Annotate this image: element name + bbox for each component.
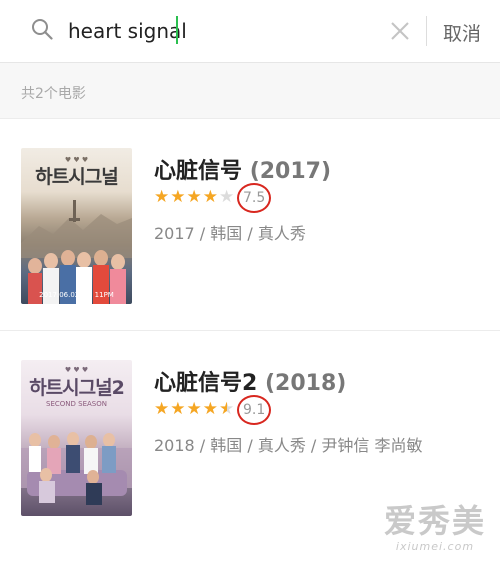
list-item[interactable]: ♥ ♥ ♥ 하트시그널 2017.06.02 FRI 11PM 心脏信号 (20… <box>0 119 500 329</box>
poster-title: 하트시그널2 <box>29 377 125 399</box>
movie-meta: 2018 / 韩国 / 真人秀 / 尹钟信 李尚敏 <box>154 436 423 455</box>
movie-year: (2017) <box>249 159 332 184</box>
watermark-logo: 爱秀美 <box>383 502 486 540</box>
star-icon: ★ <box>186 399 203 419</box>
movie-title-text: 心脏信号2 <box>154 371 258 396</box>
poster-title: 하트시그널 <box>35 166 118 188</box>
movie-title[interactable]: 心脏信号 (2017) <box>154 153 331 185</box>
highlight-circle <box>237 183 271 213</box>
star-icon: ★ <box>219 187 236 207</box>
poster-caption: 2017.06.02 FRI 11PM <box>39 291 114 299</box>
movie-meta: 2017 / 韩国 / 真人秀 <box>154 224 306 243</box>
watermark: 爱秀美 ixiumei.com <box>384 496 486 553</box>
watermark-url: ixiumei.com <box>395 540 475 553</box>
movie-poster[interactable]: ♥ ♥ ♥ 하트시그널2 SECOND SEASON <box>21 360 132 516</box>
star-icon: ★ <box>202 187 219 207</box>
highlight-circle <box>237 395 271 425</box>
star-icon: ★ <box>170 399 187 419</box>
search-header: 取消 <box>0 0 500 63</box>
movie-year: (2018) <box>264 371 347 396</box>
header-divider <box>426 16 427 46</box>
star-icon: ★ <box>170 187 187 207</box>
text-caret <box>176 16 178 44</box>
movie-title[interactable]: 心脏信号2 (2018) <box>154 365 346 397</box>
search-icon <box>32 19 53 40</box>
star-icon: ★ <box>154 399 171 419</box>
star-icon: ★ <box>202 399 219 419</box>
star-icon: ★ <box>186 187 203 207</box>
results-count-bar: 共2个电影 <box>0 63 500 119</box>
poster-caption: SECOND SEASON <box>46 400 107 408</box>
clear-icon[interactable] <box>390 21 410 41</box>
half-star-icon: ★ <box>219 399 236 419</box>
rating-stars: ★★★★★ <box>154 187 235 207</box>
cancel-button[interactable]: 取消 <box>443 19 481 46</box>
search-input[interactable] <box>68 14 368 48</box>
rating-stars: ★★★★★ <box>154 399 235 419</box>
results-count: 共2个电影 <box>21 86 86 102</box>
movie-poster[interactable]: ♥ ♥ ♥ 하트시그널 2017.06.02 FRI 11PM <box>21 148 132 304</box>
movie-title-text: 心脏信号 <box>154 159 243 184</box>
star-icon: ★ <box>154 187 171 207</box>
